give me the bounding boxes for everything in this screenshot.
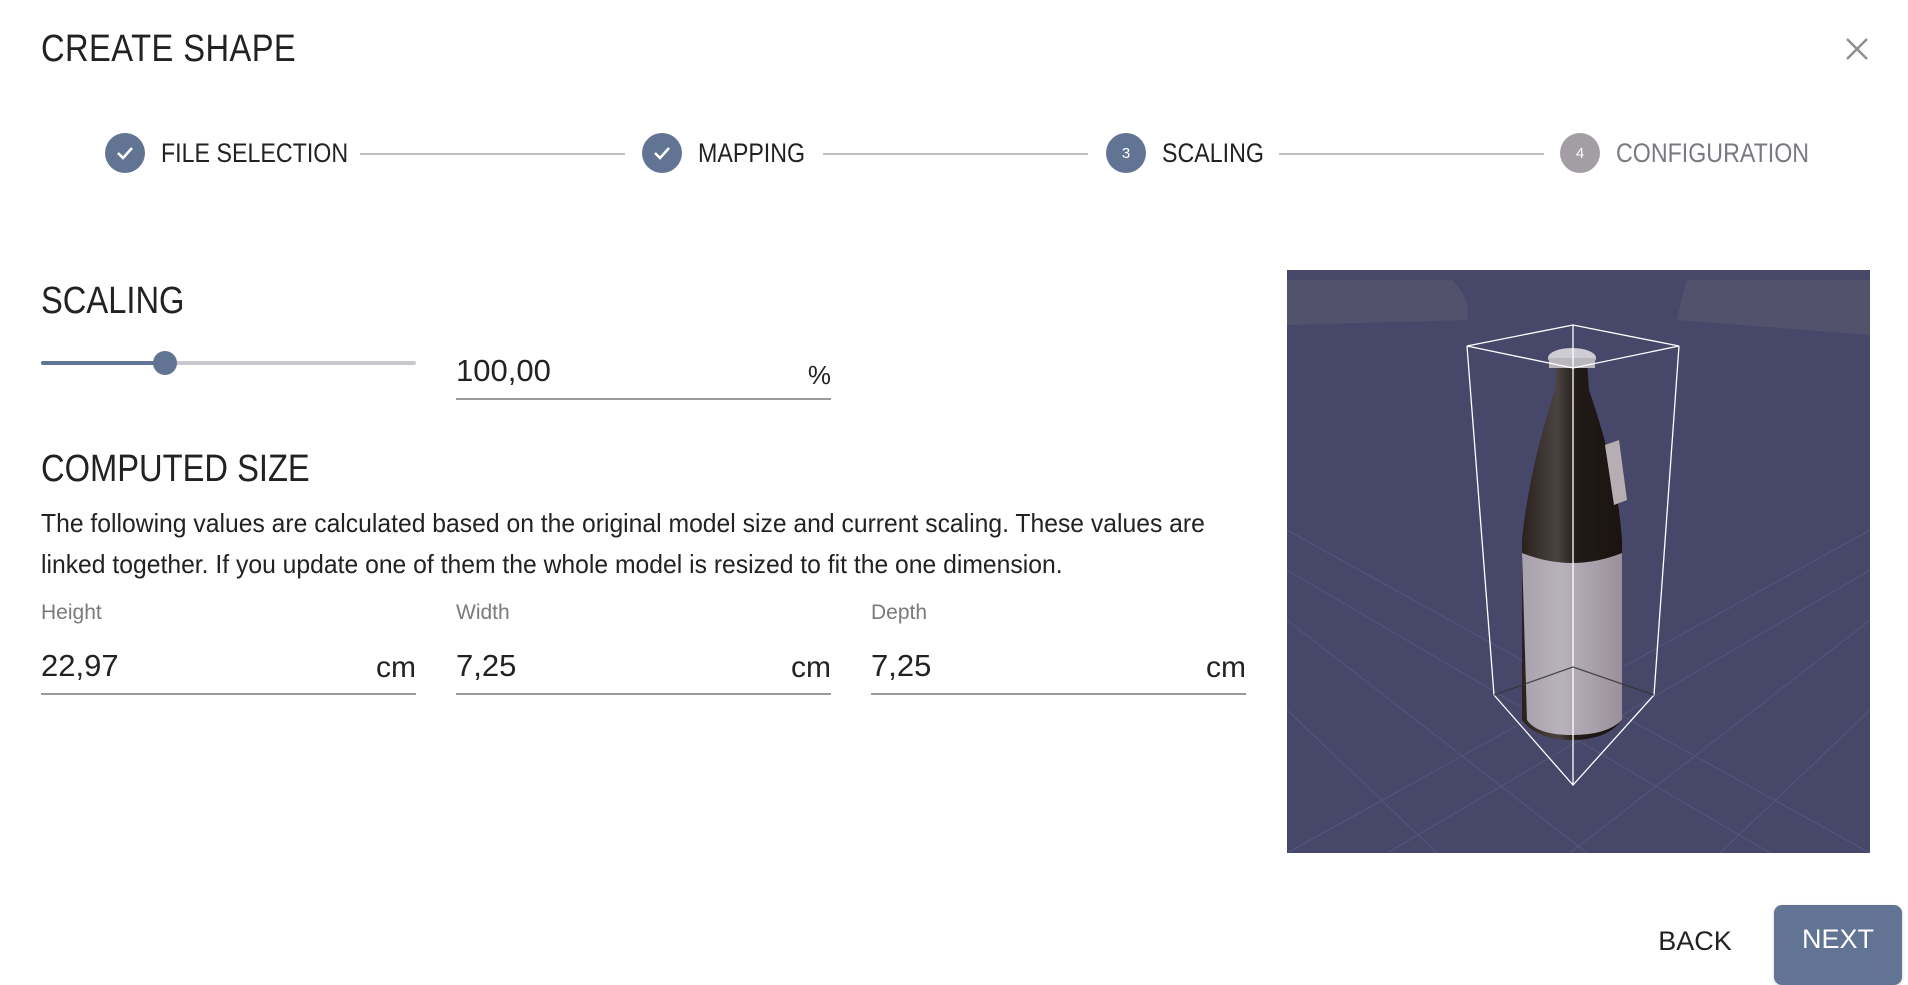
depth-field[interactable]: cm [871,643,1246,695]
depth-input[interactable] [871,643,1134,689]
close-icon [1846,38,1868,60]
back-button[interactable]: BACK [1640,916,1750,966]
step-configuration[interactable]: 4 CONFIGURATION [1560,130,1841,176]
step-1-circle [105,133,145,173]
width-input[interactable] [456,643,719,689]
slider-thumb[interactable] [152,351,177,375]
check-icon [117,147,133,160]
height-label: Height [41,601,102,624]
step-label: FILE SELECTION [161,137,349,168]
step-4-circle: 4 [1560,133,1600,173]
width-unit: cm [791,651,831,684]
dialog-title: CREATE SHAPE [41,28,297,70]
stepper: FILE SELECTION MAPPING 3 SCALING 4 CONFI… [0,130,1908,176]
step-2-circle [642,133,682,173]
scaling-percent-input[interactable] [456,348,719,394]
height-field[interactable]: cm [41,643,416,695]
computed-size-heading: COMPUTED SIZE [41,448,310,490]
step-3-circle: 3 [1106,133,1146,173]
scaling-heading: SCALING [41,280,185,322]
step-label: CONFIGURATION [1616,137,1810,168]
width-label: Width [456,601,510,624]
height-unit: cm [376,651,416,684]
scaling-slider[interactable] [41,350,416,376]
slider-fill [41,361,165,365]
step-mapping[interactable]: MAPPING [642,130,823,176]
step-label: MAPPING [698,137,806,168]
step-scaling[interactable]: 3 SCALING [1106,130,1281,176]
percent-unit: % [807,360,831,390]
close-button[interactable] [1842,34,1872,64]
height-input[interactable] [41,643,304,689]
step-label: SCALING [1162,137,1264,168]
noise-patch [1287,280,1468,325]
scaling-percent-field[interactable]: % [456,348,831,400]
depth-unit: cm [1206,651,1246,684]
bottle-model-render [1287,270,1870,853]
3d-preview-viewport[interactable] [1287,270,1870,853]
check-icon [654,147,670,160]
step-file-selection[interactable]: FILE SELECTION [105,130,379,176]
step-connector [823,153,1088,155]
next-button[interactable]: NEXT [1774,905,1902,985]
depth-label: Depth [871,601,928,624]
computed-size-description: The following values are calculated base… [41,508,1205,579]
step-connector [360,153,625,155]
step-connector [1279,153,1544,155]
width-field[interactable]: cm [456,643,831,695]
